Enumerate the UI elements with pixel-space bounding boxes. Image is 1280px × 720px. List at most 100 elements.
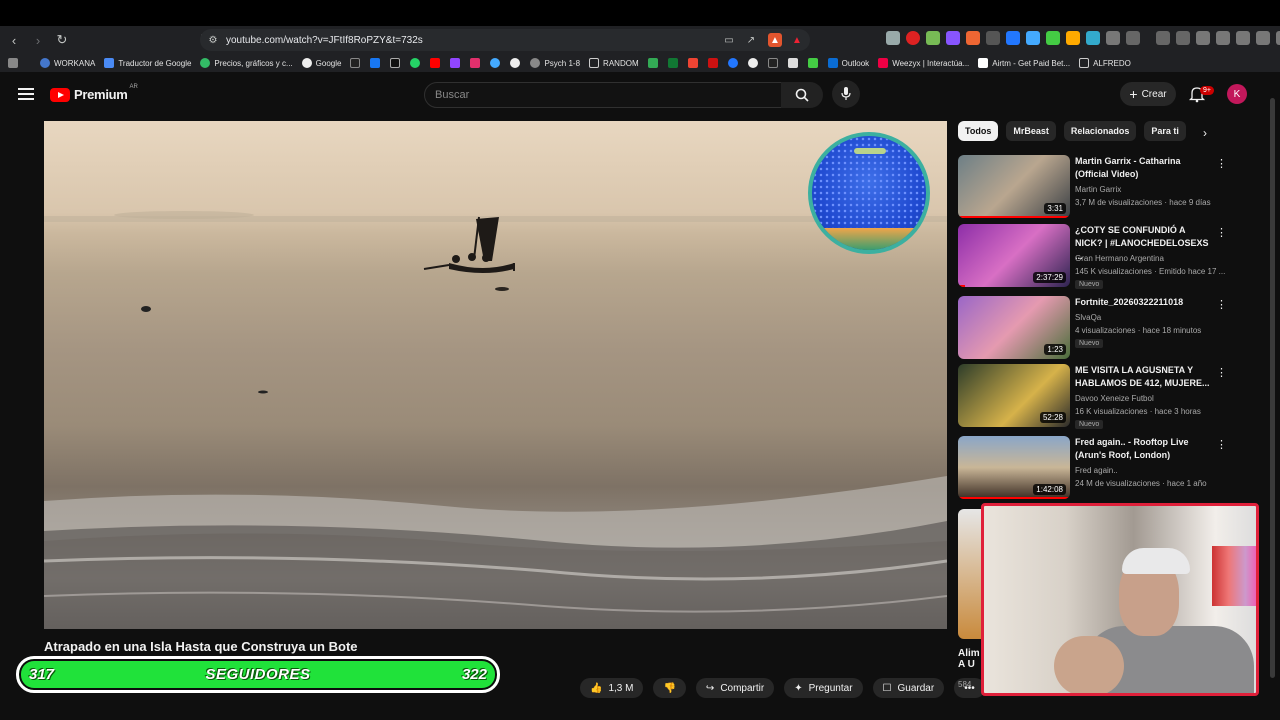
- forward-icon[interactable]: ›: [28, 30, 48, 50]
- youtube-logo[interactable]: Premium AR: [50, 84, 138, 102]
- extension-icon[interactable]: [886, 31, 900, 45]
- bookmark-psych[interactable]: Psych 1-8: [530, 58, 580, 68]
- site-info-icon[interactable]: ⚙: [206, 33, 220, 47]
- bookmark-icon[interactable]: [727, 58, 738, 68]
- bookmark-icon[interactable]: [767, 58, 778, 68]
- chip-relacionados[interactable]: Relacionados: [1063, 121, 1137, 141]
- dislike-button[interactable]: 👎: [653, 678, 686, 698]
- more-vert-icon[interactable]: ⋮: [1216, 157, 1227, 170]
- more-vert-icon[interactable]: ⋮: [1216, 366, 1227, 379]
- bookmark-icon[interactable]: [687, 58, 698, 68]
- more-vert-icon[interactable]: ⋮: [1216, 226, 1227, 239]
- leo-icon[interactable]: [1236, 31, 1250, 45]
- brave-shield-icon[interactable]: ▲: [768, 33, 782, 47]
- extension-icon[interactable]: [1026, 31, 1040, 45]
- list-item[interactable]: 52:28 ME VISITA LA AGUSNETA Y HABLAMOS D…: [958, 364, 1228, 429]
- extension-icon[interactable]: [906, 31, 920, 45]
- list-item[interactable]: 1:23 Fortnite_20260322211018 SlvaQa 4 vi…: [958, 296, 1228, 360]
- extension-icon[interactable]: [946, 31, 960, 45]
- avatar[interactable]: K: [1227, 84, 1247, 104]
- video-thumbnail[interactable]: 1:23: [958, 296, 1070, 359]
- bookmark-icon[interactable]: [647, 58, 658, 68]
- video-title[interactable]: Fortnite_20260322211018: [1075, 296, 1215, 309]
- extension-icon[interactable]: [966, 31, 980, 45]
- whatsapp-icon[interactable]: [410, 58, 421, 68]
- bookmark-icon[interactable]: [787, 58, 798, 68]
- channel-name[interactable]: Gran Hermano Argentina: [1075, 254, 1164, 263]
- more-vert-icon[interactable]: ⋮: [1216, 438, 1227, 451]
- video-title[interactable]: Martin Garrix - Catharina (Official Vide…: [1075, 155, 1215, 181]
- create-button[interactable]: + Crear: [1120, 82, 1176, 106]
- chevron-right-icon[interactable]: ›: [1203, 126, 1207, 140]
- bookmark-icon[interactable]: [490, 58, 501, 68]
- bookmark-icon[interactable]: [510, 58, 521, 68]
- reload-icon[interactable]: ↻: [52, 30, 72, 50]
- extension-icon[interactable]: [1046, 31, 1060, 45]
- bookmark-icon[interactable]: [707, 58, 718, 68]
- list-item[interactable]: 2:37:29 ¿COTY SE CONFUNDIÓ A NICK? | #LA…: [958, 224, 1228, 289]
- extension-icon[interactable]: [926, 31, 940, 45]
- wallet-icon[interactable]: [1216, 31, 1230, 45]
- extension-icon[interactable]: [1156, 31, 1170, 45]
- like-button[interactable]: 👍 1,3 M: [580, 678, 644, 698]
- twitch-icon[interactable]: [450, 58, 461, 68]
- video-thumbnail[interactable]: 3:31: [958, 155, 1070, 218]
- cast-icon[interactable]: ▭: [722, 33, 736, 47]
- video-thumbnail[interactable]: 1:42:08: [958, 436, 1070, 499]
- channel-name[interactable]: Fred again..: [1075, 466, 1118, 475]
- chip-mrbeast[interactable]: MrBeast: [1006, 121, 1056, 141]
- search-button[interactable]: [781, 82, 823, 108]
- list-item[interactable]: 3:31 Martin Garrix - Catharina (Official…: [958, 155, 1228, 219]
- bookmark-outlook[interactable]: Outlook: [827, 58, 869, 68]
- extension-icon[interactable]: [1006, 31, 1020, 45]
- menu-icon[interactable]: [18, 88, 34, 100]
- bookmark-icon[interactable]: [807, 58, 818, 68]
- share-icon[interactable]: ↗: [744, 33, 758, 47]
- vpn-icon[interactable]: [1256, 31, 1270, 45]
- save-button[interactable]: ☐ Guardar: [872, 678, 945, 698]
- list-item[interactable]: 1:42:08 Fred again.. - Rooftop Live (Aru…: [958, 436, 1228, 500]
- bookmark-airtm[interactable]: Airtm - Get Paid Bet...: [978, 58, 1070, 68]
- youtube-icon[interactable]: [430, 58, 441, 68]
- voice-search-button[interactable]: [832, 80, 860, 108]
- bookmark-workana[interactable]: WORKANA: [40, 58, 95, 68]
- extension-icon[interactable]: [1086, 31, 1100, 45]
- bookmark-folder-alfredo[interactable]: ALFREDO: [1079, 58, 1131, 68]
- x-icon[interactable]: [390, 58, 401, 68]
- chip-para-ti[interactable]: Para ti: [1144, 121, 1186, 141]
- sidebar-icon[interactable]: [1196, 31, 1210, 45]
- extension-icon[interactable]: [1066, 31, 1080, 45]
- bookmark-folder-random[interactable]: RANDOM: [589, 58, 639, 68]
- facebook-icon[interactable]: [370, 58, 381, 68]
- bookmark-icon[interactable]: [667, 58, 678, 68]
- bookmark-prices[interactable]: Precios, gráficos y c...: [200, 58, 293, 68]
- search-input[interactable]: Buscar: [424, 82, 782, 108]
- video-thumbnail[interactable]: 52:28: [958, 364, 1070, 427]
- scrollbar-thumb[interactable]: [1270, 98, 1275, 678]
- apps-icon[interactable]: [8, 58, 18, 68]
- bookmark-weezyx[interactable]: Weezyx | Interactúa...: [878, 58, 969, 68]
- bookmark-google[interactable]: Google: [301, 58, 341, 68]
- channel-name[interactable]: Martin Garrix: [1075, 185, 1121, 194]
- video-title[interactable]: Fred again.. - Rooftop Live (Arun's Roof…: [1075, 436, 1215, 462]
- share-button[interactable]: ↪ Compartir: [695, 678, 775, 698]
- extension-icon[interactable]: [986, 31, 1000, 45]
- channel-name[interactable]: Davoo Xeneize Futbol: [1075, 394, 1154, 403]
- bookmark-translate[interactable]: Traductor de Google: [104, 58, 191, 68]
- bookmark-icon[interactable]: [747, 58, 758, 68]
- page-scrollbar[interactable]: [1270, 88, 1275, 688]
- address-bar[interactable]: ⚙ youtube.com/watch?v=JFtIf8RoPZY&t=732s…: [200, 29, 810, 51]
- tiktok-icon[interactable]: [350, 58, 361, 68]
- instagram-icon[interactable]: [470, 58, 481, 68]
- video-title[interactable]: Alim A U: [958, 648, 980, 670]
- extension-icon[interactable]: [1176, 31, 1190, 45]
- extension-icon[interactable]: [1106, 31, 1120, 45]
- more-vert-icon[interactable]: ⋮: [1216, 298, 1227, 311]
- video-thumbnail[interactable]: 2:37:29: [958, 224, 1070, 287]
- back-icon[interactable]: ‹: [4, 30, 24, 50]
- ask-button[interactable]: ✦ Preguntar: [784, 678, 863, 698]
- channel-name[interactable]: SlvaQa: [1075, 313, 1101, 322]
- menu-icon[interactable]: [1276, 31, 1280, 45]
- video-title[interactable]: ME VISITA LA AGUSNETA Y HABLAMOS DE 412,…: [1075, 364, 1215, 390]
- extension-icon[interactable]: [1126, 31, 1140, 45]
